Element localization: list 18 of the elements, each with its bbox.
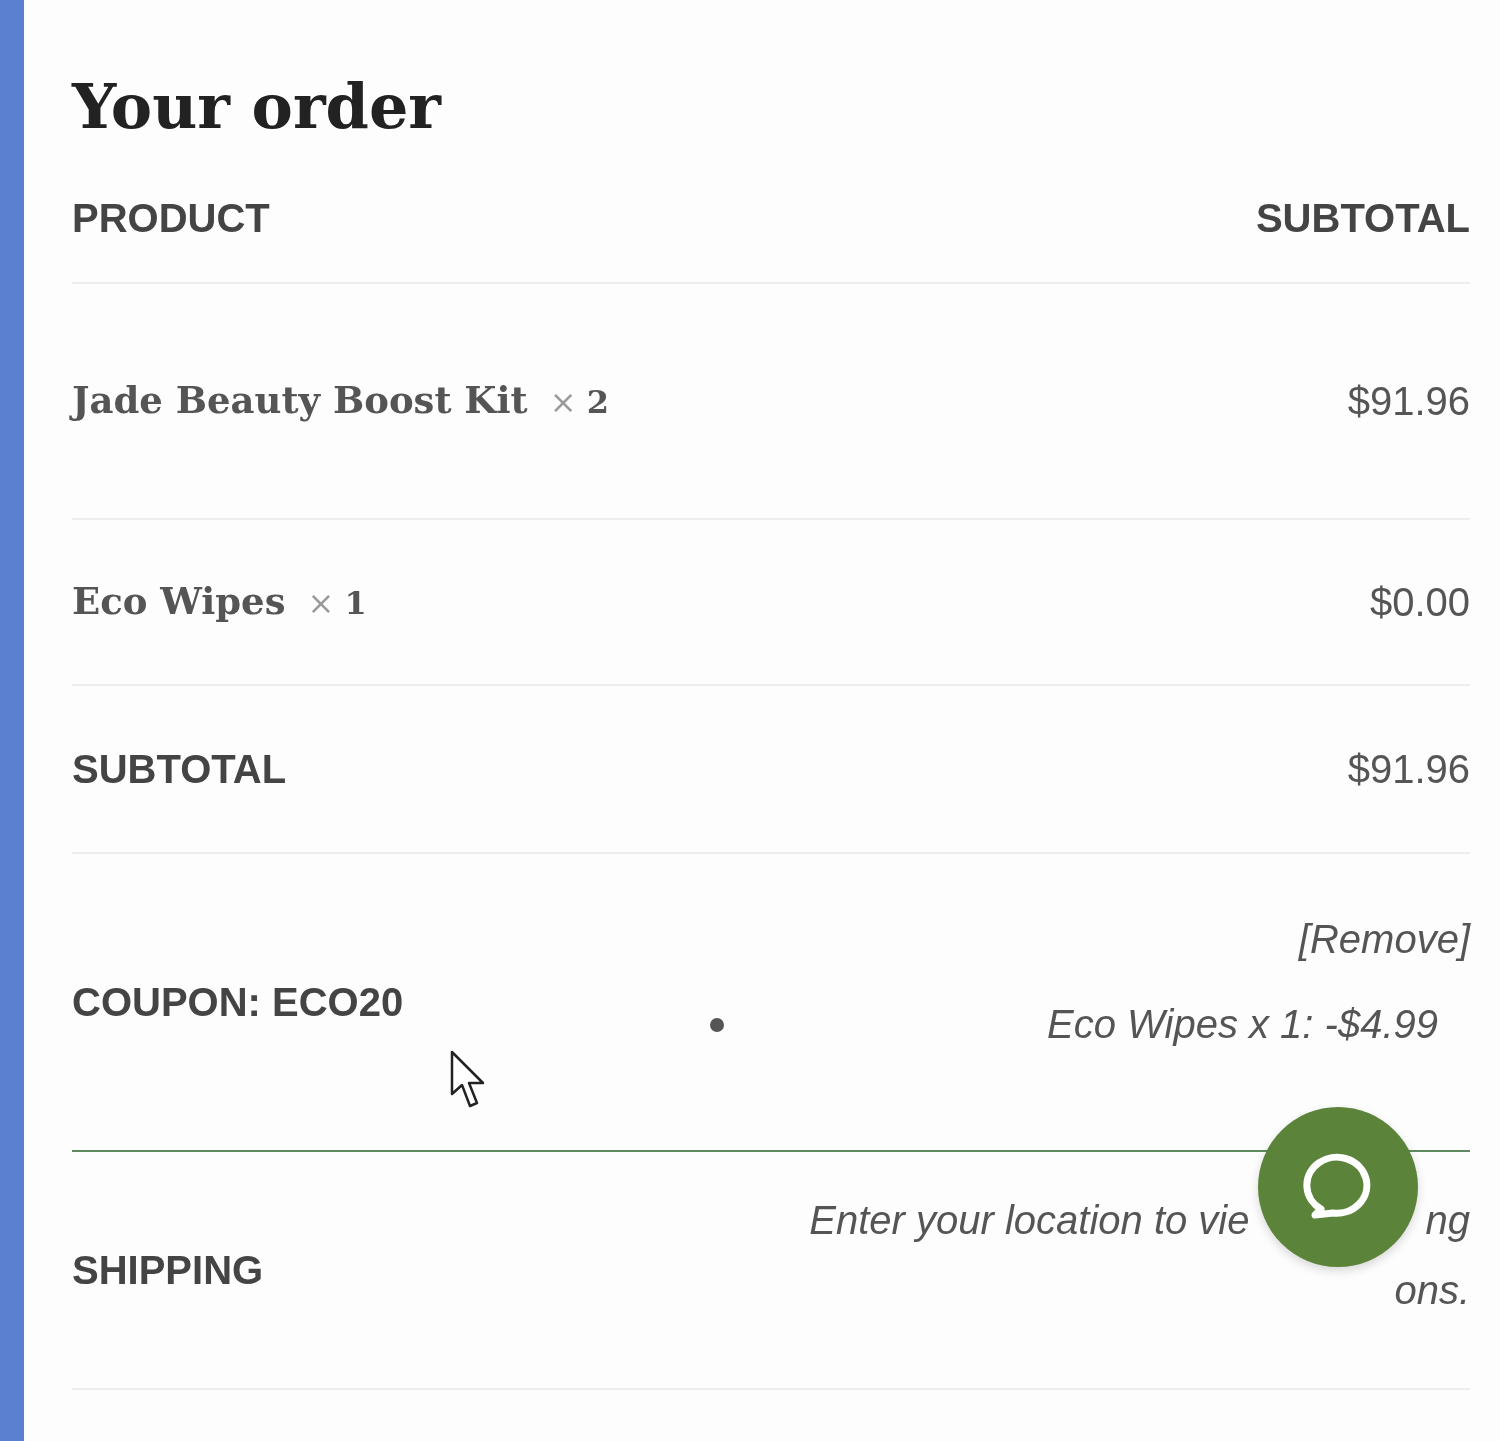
- page-title: Your order: [72, 70, 443, 145]
- shipping-note-text: ng: [1425, 1197, 1470, 1245]
- shipping-label: SHIPPING: [72, 1247, 264, 1293]
- column-header: SUBTOTAL: [1255, 196, 1470, 242]
- coupon-label: COUPON: ECO20: [72, 979, 404, 1025]
- remove-coupon-link[interactable]: [Remove]: [1298, 917, 1470, 963]
- bullet-icon: [710, 1017, 724, 1032]
- column-header: PRODUCT: [72, 196, 270, 242]
- product-price: $91.96: [1347, 378, 1470, 424]
- shipping-note-text: Enter your location to vie: [809, 1197, 1250, 1245]
- product-name: Eco Wipes: [72, 579, 286, 624]
- product-price: $0.00: [1369, 579, 1470, 625]
- shipping-note-text: ons.: [1394, 1267, 1470, 1315]
- subtotal-label: SUBTOTAL: [72, 746, 287, 792]
- product-quantity: × 2: [549, 383, 609, 422]
- product-quantity: × 1: [307, 584, 367, 623]
- discount-line: Eco Wipes x 1: -$4.99: [1047, 1002, 1438, 1048]
- subtotal-value: $91.96: [1347, 746, 1470, 792]
